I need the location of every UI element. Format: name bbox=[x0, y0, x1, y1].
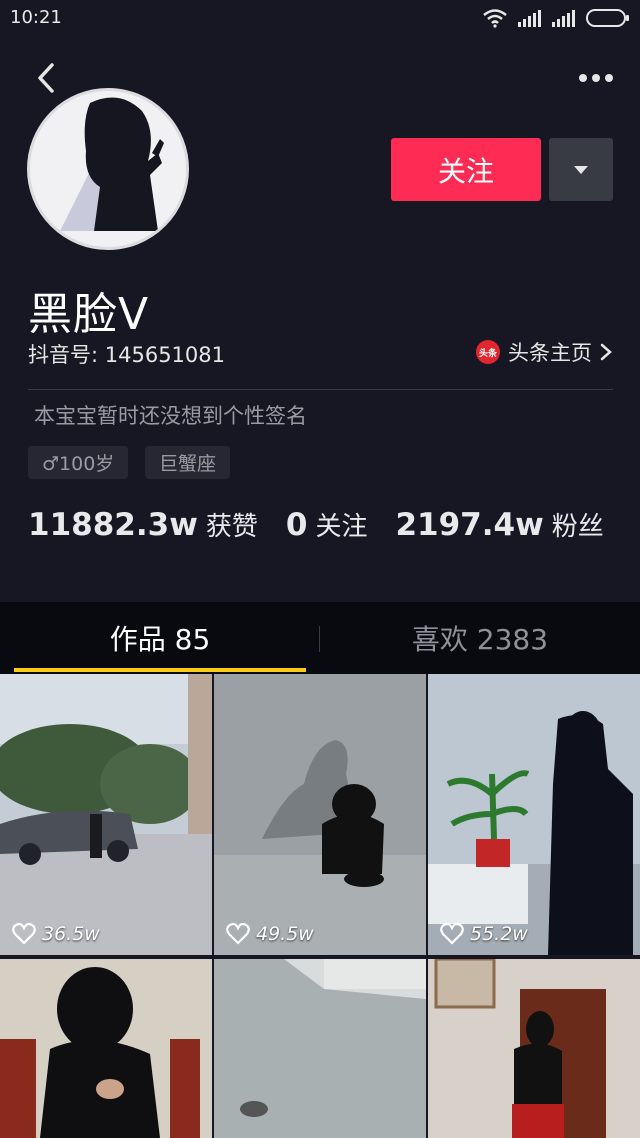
video-thumbnail bbox=[214, 959, 426, 1138]
toutiao-label: 头条主页 bbox=[508, 341, 592, 365]
video-thumbnail bbox=[428, 959, 640, 1138]
gender-age-tag: ♂100岁 bbox=[28, 446, 129, 479]
stat-fans-count: 2197.4w bbox=[395, 507, 544, 543]
stat-fans-label: 粉丝 bbox=[551, 512, 604, 542]
follow-button[interactable]: 关注 bbox=[391, 138, 541, 201]
video-item[interactable] bbox=[0, 959, 212, 1138]
toutiao-logo-icon: 头条 bbox=[476, 340, 500, 364]
video-like-count: 55.2w bbox=[440, 923, 528, 945]
stat-likes-count: 11882.3w bbox=[28, 507, 198, 543]
stat-fans[interactable]: 2197.4w 粉丝 bbox=[395, 506, 603, 543]
tabs-bar: 作品 85 喜欢 2383 bbox=[0, 602, 640, 674]
stat-following[interactable]: 0 关注 bbox=[286, 506, 368, 543]
nickname: 黑脸V bbox=[28, 289, 150, 340]
back-icon bbox=[38, 63, 54, 93]
video-thumbnail bbox=[0, 959, 212, 1138]
divider bbox=[28, 389, 613, 390]
heart-icon bbox=[12, 923, 36, 945]
status-time: 10:21 bbox=[10, 7, 62, 28]
more-icon bbox=[579, 74, 613, 82]
signal-icon-2 bbox=[552, 10, 575, 27]
video-item[interactable] bbox=[214, 959, 426, 1138]
stat-following-label: 关注 bbox=[315, 512, 368, 542]
toutiao-homepage-link[interactable]: 头条 头条主页 bbox=[476, 337, 612, 367]
video-thumbnail bbox=[0, 674, 212, 955]
video-like-text: 55.2w bbox=[470, 923, 528, 945]
battery-icon bbox=[586, 9, 629, 27]
wifi-icon bbox=[483, 9, 507, 28]
video-item[interactable] bbox=[428, 959, 640, 1138]
video-item[interactable]: 49.5w bbox=[214, 674, 426, 955]
tab-works[interactable]: 作品 85 bbox=[0, 602, 320, 674]
douyin-id: 抖音号: 145651081 bbox=[28, 343, 225, 367]
status-icons bbox=[482, 8, 630, 28]
video-grid: 36.5w 49.5w 55.2w bbox=[0, 674, 640, 1138]
video-thumbnail bbox=[214, 674, 426, 955]
tab-likes[interactable]: 喜欢 2383 bbox=[320, 602, 640, 674]
signature: 本宝宝暂时还没想到个性签名 bbox=[34, 404, 307, 428]
status-bar: 10:21 bbox=[0, 0, 640, 36]
video-thumbnail bbox=[428, 674, 640, 955]
chevron-right-icon bbox=[600, 343, 612, 361]
heart-icon bbox=[440, 923, 464, 945]
tab-indicator bbox=[14, 668, 306, 672]
stat-likes[interactable]: 11882.3w 获赞 bbox=[28, 506, 258, 543]
signal-icon bbox=[518, 10, 541, 27]
stat-likes-label: 获赞 bbox=[205, 512, 258, 542]
video-like-count: 36.5w bbox=[12, 923, 100, 945]
video-item[interactable]: 36.5w bbox=[0, 674, 212, 955]
back-button[interactable] bbox=[26, 58, 66, 98]
video-like-count: 49.5w bbox=[226, 923, 314, 945]
more-button[interactable] bbox=[572, 62, 620, 94]
avatar[interactable] bbox=[27, 88, 189, 250]
video-item[interactable]: 55.2w bbox=[428, 674, 640, 955]
stat-following-count: 0 bbox=[285, 507, 308, 543]
video-like-text: 49.5w bbox=[256, 923, 314, 945]
zodiac-tag: 巨蟹座 bbox=[145, 446, 231, 479]
avatar-image bbox=[60, 97, 164, 231]
stats-row: 11882.3w 获赞 0 关注 2197.4w 粉丝 bbox=[28, 506, 632, 543]
caret-down-icon bbox=[574, 165, 588, 174]
video-like-text: 36.5w bbox=[42, 923, 100, 945]
recommend-dropdown-button[interactable] bbox=[549, 138, 613, 201]
heart-icon bbox=[226, 923, 250, 945]
